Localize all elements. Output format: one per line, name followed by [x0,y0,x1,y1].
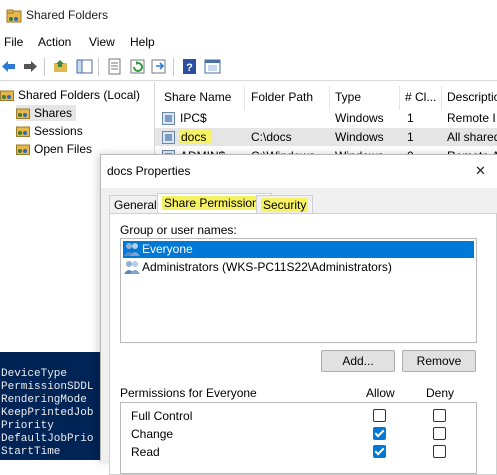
forward-arrow-icon[interactable] [22,58,39,75]
user-list: Everyone Administrators (WKS-PC11S22\Adm… [120,238,477,343]
back-arrow-icon[interactable] [0,58,17,75]
ps-line: DefaultJobPrio [1,433,94,445]
share-description: Remote I [447,111,496,125]
perm-name: Change [131,427,174,441]
ps-line: StartTime [1,446,61,458]
share-name: IPC$ [180,111,207,125]
svg-text:?: ? [186,62,193,74]
column-header-description[interactable]: Descriptio [447,90,497,104]
tab-strip: General Share Permissions Security [109,193,489,214]
allow-checkbox[interactable] [373,445,386,458]
perm-row-read: Read [131,443,471,461]
tree-item-open-files[interactable]: Open Files [16,141,92,157]
menu-help[interactable]: Help [130,35,155,49]
user-name: Everyone [142,242,193,256]
tree-item-sessions[interactable]: Sessions [16,123,83,139]
menu-bar: File Action View Help [0,32,497,52]
shares-folder-icon [16,108,30,119]
permissions-header: Permissions for Everyone [120,386,257,400]
deny-checkbox[interactable] [433,409,446,422]
tree-root-label: Shared Folders (Local) [18,88,141,102]
share-name: docs [179,130,213,144]
column-header-folder-path[interactable]: Folder Path [251,90,313,104]
column-header-type[interactable]: Type [335,90,361,104]
tree-root[interactable]: Shared Folders (Local) [0,87,140,103]
console-icon[interactable] [204,58,221,75]
deny-header: Deny [426,386,455,400]
dialog-title: docs Properties [107,164,191,178]
share-type: Windows [335,111,384,125]
share-description: All shared [447,130,497,144]
menu-view[interactable]: View [89,35,115,49]
add-button[interactable]: Add... [321,350,395,372]
deny-checkbox[interactable] [433,445,446,458]
perm-name: Read [131,445,160,459]
ps-line: KeepPrintedJob [1,407,94,419]
client-count: 1 [407,130,414,144]
sessions-folder-icon [16,126,30,137]
open-files-folder-icon [16,144,30,155]
tree-item-label: Shares [34,106,73,120]
table-row[interactable]: IPC$ Windows 1 Remote I [155,109,497,127]
powershell-window: DeviceType PermissionSDDL RenderingMode … [0,352,100,460]
ps-line: DeviceType [1,368,68,380]
up-folder-icon[interactable] [52,58,69,75]
user-row-administrators[interactable]: Administrators (WKS-PC11S22\Administrato… [123,259,474,276]
menu-file[interactable]: File [4,35,23,49]
table-row[interactable]: docs C:\docs Windows 1 All shared [155,128,497,146]
tab-label: Share Permissions [162,196,267,210]
toolbar: ? [0,54,497,81]
close-icon[interactable]: ✕ [475,163,486,179]
tab-label: Security [261,198,309,212]
tree-item-label: Open Files [34,142,93,156]
allow-checkbox[interactable] [373,427,386,440]
tab-general[interactable]: General [109,195,162,214]
group-label: Group or user names: [120,223,237,237]
permissions-list: Full Control Change Read [120,402,477,474]
client-count: 1 [407,111,414,125]
shares-list: Share Name Folder Path Type # Cl... Desc… [155,82,497,163]
shared-folders-icon [0,90,14,101]
menu-action[interactable]: Action [38,35,71,49]
remove-button[interactable]: Remove [402,350,476,372]
perm-name: Full Control [131,409,193,423]
tab-security[interactable]: Security [256,195,314,214]
ps-line: RenderingMode [1,394,87,406]
share-type: Windows [335,130,384,144]
share-icon [162,131,175,144]
user-row-everyone[interactable]: Everyone [123,241,474,258]
folder-path: C:\docs [251,130,292,144]
export-icon[interactable] [150,58,167,75]
allow-checkbox[interactable] [373,409,386,422]
tab-panel: Group or user names: Everyone Administra… [109,213,497,475]
deny-checkbox[interactable] [433,427,446,440]
tab-share-permissions[interactable]: Share Permissions [157,193,272,214]
perm-row-full-control: Full Control [131,407,471,425]
properties-icon[interactable] [106,58,123,75]
allow-header: Allow [366,386,395,400]
perm-row-change: Change [131,425,471,443]
share-icon [162,112,175,125]
ps-line: Priority [1,420,54,432]
column-header-share-name[interactable]: Share Name [164,90,231,104]
main-title-bar: Shared Folders [0,0,497,32]
user-name: Administrators (WKS-PC11S22\Administrato… [142,260,392,274]
refresh-icon[interactable] [129,58,146,75]
group-icon [124,261,140,274]
window-title: Shared Folders [26,8,109,22]
properties-dialog: docs Properties ✕ General Share Permissi… [100,154,497,475]
tree-item-label: Sessions [34,124,83,138]
help-icon[interactable]: ? [181,58,198,75]
group-icon [124,243,140,256]
show-tree-icon[interactable] [76,58,93,75]
tree-item-shares[interactable]: Shares [16,105,77,121]
column-header-clients[interactable]: # Cl... [405,90,436,104]
ps-line: PermissionSDDL [1,381,94,393]
shared-folders-icon [6,9,22,23]
dialog-title-bar: docs Properties ✕ [101,155,497,188]
